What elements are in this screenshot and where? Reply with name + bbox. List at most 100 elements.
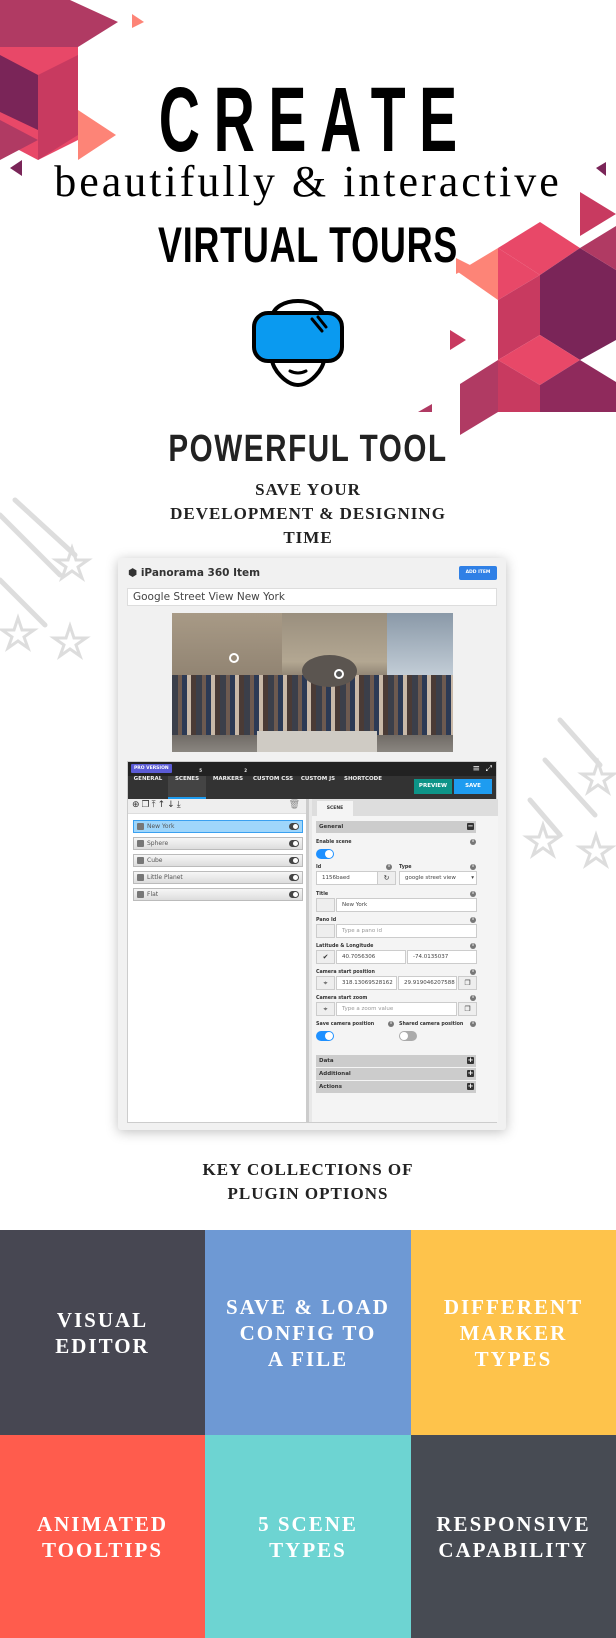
tab-markers[interactable]: MARKERS 2 [206,768,250,799]
scene-item[interactable]: Cube [133,854,303,867]
scene-item[interactable]: Sphere [133,837,303,850]
tab-scene[interactable]: SCENE [317,801,353,816]
section-subtitle-1: SAVE YOUR [255,480,361,499]
visibility-toggle[interactable] [289,874,299,881]
scene-item[interactable]: Little Planet [133,871,303,884]
section-general[interactable]: General − [316,821,476,833]
tab-scenes[interactable]: SCENES 5 [168,768,206,799]
section-title: POWERFUL TOOL [168,428,448,470]
scene-item[interactable]: Flat [133,888,303,901]
hero-title: CREATE [158,69,471,171]
section-additional[interactable]: Additional + [316,1068,476,1080]
info-icon: i [470,1021,476,1027]
cubes-icon: ⬢ [128,567,141,579]
pano-id-label: Pano Id [316,918,337,923]
camera-zoom-input[interactable]: Type a zoom value [336,1002,457,1016]
section-data[interactable]: Data + [316,1055,476,1067]
shared-camera-toggle[interactable] [399,1031,417,1041]
section-subtitle-3: TIME [283,528,333,547]
scene-item[interactable]: New York [133,820,303,833]
panorama-preview[interactable] [172,613,453,752]
tab-bar: GENERAL SCENES 5 MARKERS 2 CUSTOM CSS CUST… [128,768,496,799]
fullscreen-icon[interactable]: ⤢ [486,763,492,775]
item-title-input[interactable]: Google Street View New York [127,588,497,606]
title-addon[interactable] [316,898,335,912]
expand-icon: + [467,1069,474,1077]
features-title-1: KEY COLLECTIONS OF [202,1160,414,1179]
add-item-button[interactable]: ADD ITEM [459,566,497,580]
type-label: Type [399,865,412,870]
cube-icon [137,874,144,881]
camera-zoom-label: Camera start zoom [316,996,368,1001]
visibility-toggle[interactable] [289,857,299,864]
feature-tile-marker-types: DIFFERENT MARKER TYPES [411,1230,616,1435]
move-bottom-icon[interactable]: ⤓ [177,800,183,810]
tab-shortcode[interactable]: SHORTCODE [340,776,386,799]
scene-toolbar: ⊕❐⤒↑↓⤓ 🗑 [128,799,306,814]
hero-subtitle: beautifully & interactive [54,157,562,206]
camera-position-label: Camera start position [316,970,375,975]
id-input[interactable]: 1156baed [316,871,378,885]
check-icon[interactable]: ✔ [316,950,335,964]
refresh-icon[interactable]: ↻ [377,871,396,885]
scene-settings-panel: SCENE General − Enable scene i Id i Type … [312,799,498,1122]
app-title: ⬢ iPanorama 360 Item [128,567,261,579]
move-up-icon[interactable]: ↑ [158,800,168,810]
tab-custom-js[interactable]: CUSTOM JS [296,776,340,799]
pano-addon[interactable] [316,924,335,938]
editor: PRO VERSION ≡ ⤢ GENERAL SCENES 5 MARKERS 2… [127,761,498,1123]
info-icon: i [388,1021,394,1027]
shared-camera-label: Shared camera position [399,1022,464,1027]
visibility-toggle[interactable] [289,840,299,847]
copy-icon[interactable]: ❐ [142,800,152,810]
plus-icon[interactable]: ⊕ [132,800,142,810]
feature-tile-responsive: RESPONSIVE CAPABILITY [411,1435,616,1638]
enable-scene-toggle[interactable] [316,849,334,859]
type-select[interactable]: google street view ▾ [399,871,477,885]
feature-tile-save-load: SAVE & LOAD CONFIG TO A FILE [205,1230,411,1435]
expand-icon: + [467,1056,474,1064]
pro-version-badge: PRO VERSION [131,764,172,773]
feature-tile-scene-types: 5 SCENE TYPES [205,1435,411,1638]
latitude-input[interactable]: 40.7056306 [336,950,406,964]
feature-tile-animated-tooltips: ANIMATED TOOLTIPS [0,1435,205,1638]
vr-headset-icon [252,299,344,387]
scene-list-panel: ⊕❐⤒↑↓⤓ 🗑 New York Sphere Cube Little Pla… [128,799,309,1122]
cube-icon [137,857,144,864]
crosshair-icon[interactable]: ⌖ [316,1002,335,1016]
longitude-input[interactable]: -74.0135037 [407,950,477,964]
save-camera-toggle[interactable] [316,1031,334,1041]
latlng-label: Latitude & Longitude [316,944,374,949]
info-icon: i [470,943,476,949]
visibility-toggle[interactable] [289,891,299,898]
trash-icon[interactable]: 🗑 [289,800,302,810]
preview-button[interactable]: PREVIEW [414,779,452,794]
copy-icon[interactable]: ❐ [458,1002,477,1016]
info-icon: i [470,969,476,975]
info-icon: i [470,917,476,923]
hero-tagline: VIRTUAL TOURS [157,217,459,273]
info-icon: i [386,864,392,870]
title-input[interactable]: New York [336,898,477,912]
move-down-icon[interactable]: ↓ [167,800,177,810]
save-button[interactable]: SAVE [454,779,492,794]
pano-id-input[interactable]: Type a pano id [336,924,477,938]
section-subtitle-2: DEVELOPMENT & DESIGNING [170,504,446,523]
info-icon: i [470,864,476,870]
expand-icon: + [467,1082,474,1090]
marker-icon[interactable] [334,669,344,679]
camera-x-input[interactable]: 318.13069528162 [336,976,397,990]
cube-icon [137,891,144,898]
visibility-toggle[interactable] [289,823,299,830]
copy-icon[interactable]: ❐ [458,976,477,990]
tab-custom-css[interactable]: CUSTOM CSS [250,776,296,799]
section-actions[interactable]: Actions + [316,1081,476,1093]
marker-icon[interactable] [229,653,239,663]
app-screenshot: ⬢ iPanorama 360 Item ADD ITEM Google Str… [118,558,506,1130]
save-camera-label: Save camera position [316,1022,375,1027]
crosshair-icon[interactable]: ⌖ [316,976,335,990]
menu-icon[interactable]: ≡ [472,763,480,775]
camera-y-input[interactable]: 29.919046207588 [398,976,457,990]
feature-tile-visual-editor: VISUAL EDITOR [0,1230,205,1435]
tab-general[interactable]: GENERAL [128,776,168,799]
